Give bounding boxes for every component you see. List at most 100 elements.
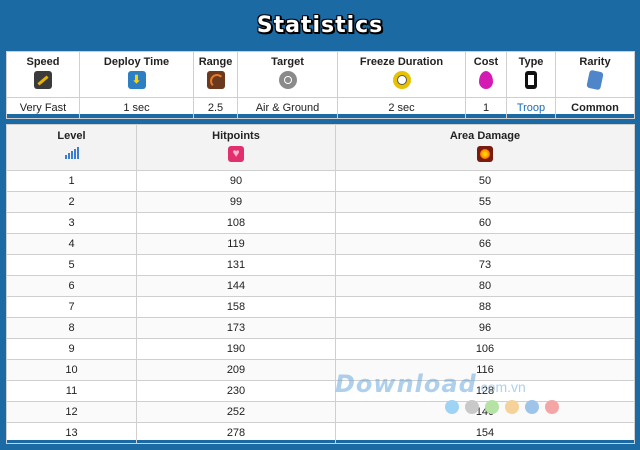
area-damage-cell: 116 — [335, 359, 635, 381]
level-cell: 5 — [6, 254, 137, 276]
stat-value-type[interactable]: Troop — [506, 97, 556, 119]
title-bar: Statistics — [0, 0, 640, 50]
table-row: 2 99 55 — [6, 191, 635, 213]
area-damage-cell: 66 — [335, 233, 635, 255]
table-row: 1 90 50 — [6, 170, 635, 192]
table-row: 3 108 60 — [6, 212, 635, 234]
table-row: 4 119 66 — [6, 233, 635, 255]
stat-value-speed: Very Fast — [6, 97, 80, 119]
stat-value-range: 2.5 — [193, 97, 238, 119]
stat-header-label: Freeze Duration — [359, 56, 444, 68]
level-header-area-damage: Area Damage — [335, 124, 635, 171]
level-header-label: Hitpoints — [212, 130, 260, 142]
deploy-time-icon — [127, 71, 146, 89]
level-cell: 2 — [6, 191, 137, 213]
stat-header-rarity: Rarity — [555, 51, 635, 98]
stat-header-label: Range — [198, 56, 233, 68]
hitpoints-cell: 99 — [136, 191, 336, 213]
stat-header-cost: Cost — [465, 51, 507, 98]
type-troop-link[interactable]: Troop — [517, 102, 545, 114]
stat-header-label: Speed — [26, 56, 60, 68]
stat-header-label: Deploy Time — [103, 56, 170, 68]
table-row: 10 209 116 — [6, 359, 635, 381]
stat-header-label: Type — [518, 56, 544, 68]
area-damage-cell: 60 — [335, 212, 635, 234]
area-damage-cell: 106 — [335, 338, 635, 360]
hitpoints-cell: 190 — [136, 338, 336, 360]
stats-table-container: Speed Deploy Time Range Target Freeze Du… — [6, 51, 635, 119]
hitpoints-cell: 131 — [136, 254, 336, 276]
level-cell: 7 — [6, 296, 137, 318]
hitpoints-cell: 230 — [136, 380, 336, 402]
stat-value-rarity: Common — [555, 97, 635, 119]
level-cell: 12 — [6, 401, 137, 423]
stat-header-speed: Speed — [6, 51, 80, 98]
stat-header-range: Range — [193, 51, 238, 98]
level-cell: 11 — [6, 380, 137, 402]
level-cell: 13 — [6, 422, 137, 444]
level-cell: 8 — [6, 317, 137, 339]
hitpoints-cell: 278 — [136, 422, 336, 444]
stat-value-target: Air & Ground — [237, 97, 338, 119]
freeze-duration-icon — [392, 71, 411, 89]
hitpoints-cell: 209 — [136, 359, 336, 381]
stat-value-cost: 1 — [465, 97, 507, 119]
area-damage-cell: 140 — [335, 401, 635, 423]
level-cell: 1 — [6, 170, 137, 192]
level-cell: 10 — [6, 359, 137, 381]
range-icon — [206, 71, 225, 89]
target-icon — [278, 71, 297, 89]
area-damage-cell: 50 — [335, 170, 635, 192]
stat-header-label: Target — [271, 56, 304, 68]
stat-header-label: Rarity — [579, 56, 611, 68]
table-row: 13 278 154 — [6, 422, 635, 444]
level-table: Level Hitpoints Area Damage 19050 29955 … — [6, 124, 635, 444]
table-row: 7 158 88 — [6, 296, 635, 318]
stats-table: Speed Deploy Time Range Target Freeze Du… — [6, 51, 635, 119]
elixir-icon — [479, 71, 493, 89]
hitpoints-cell: 252 — [136, 401, 336, 423]
area-damage-cell: 154 — [335, 422, 635, 444]
area-damage-cell: 96 — [335, 317, 635, 339]
area-damage-cell: 73 — [335, 254, 635, 276]
level-header-label: Level — [57, 130, 86, 142]
hitpoints-cell: 108 — [136, 212, 336, 234]
stat-header-label: Cost — [473, 56, 499, 68]
stat-header-type: Type — [506, 51, 556, 98]
table-row: 9 190 106 — [6, 338, 635, 360]
table-row: 8 173 96 — [6, 317, 635, 339]
table-row: 5 131 73 — [6, 254, 635, 276]
type-icon — [525, 71, 537, 89]
area-damage-cell: 80 — [335, 275, 635, 297]
stat-value-deploy-time: 1 sec — [79, 97, 194, 119]
hitpoints-cell: 144 — [136, 275, 336, 297]
hitpoints-cell: 158 — [136, 296, 336, 318]
level-header-label: Area Damage — [449, 130, 521, 142]
level-header-hitpoints: Hitpoints — [136, 124, 336, 171]
heart-icon — [228, 145, 244, 162]
level-table-body: 1 90 50 2 99 55 3 108 60 4 119 66 5 131 73 6 144 80 … — [6, 170, 635, 444]
hitpoints-cell: 90 — [136, 170, 336, 192]
page-title: Statistics — [256, 12, 384, 38]
stat-header-deploy-time: Deploy Time — [79, 51, 194, 98]
table-row: 11 230 128 — [6, 380, 635, 402]
area-damage-cell: 128 — [335, 380, 635, 402]
area-damage-cell: 55 — [335, 191, 635, 213]
level-cell: 3 — [6, 212, 137, 234]
speed-icon — [34, 71, 52, 89]
hitpoints-cell: 119 — [136, 233, 336, 255]
level-header-level: Level — [6, 124, 137, 171]
level-cell: 4 — [6, 233, 137, 255]
level-table-container: Level Hitpoints Area Damage 19050 29955 … — [6, 124, 635, 444]
level-bars-icon — [64, 147, 79, 159]
stat-value-freeze-duration: 2 sec — [337, 97, 466, 119]
stat-header-freeze-duration: Freeze Duration — [337, 51, 466, 98]
hitpoints-cell: 173 — [136, 317, 336, 339]
area-damage-cell: 88 — [335, 296, 635, 318]
level-cell: 6 — [6, 275, 137, 297]
level-cell: 9 — [6, 338, 137, 360]
stat-header-target: Target — [237, 51, 338, 98]
rarity-icon — [586, 69, 604, 91]
fire-icon — [477, 146, 493, 162]
table-row: 6 144 80 — [6, 275, 635, 297]
